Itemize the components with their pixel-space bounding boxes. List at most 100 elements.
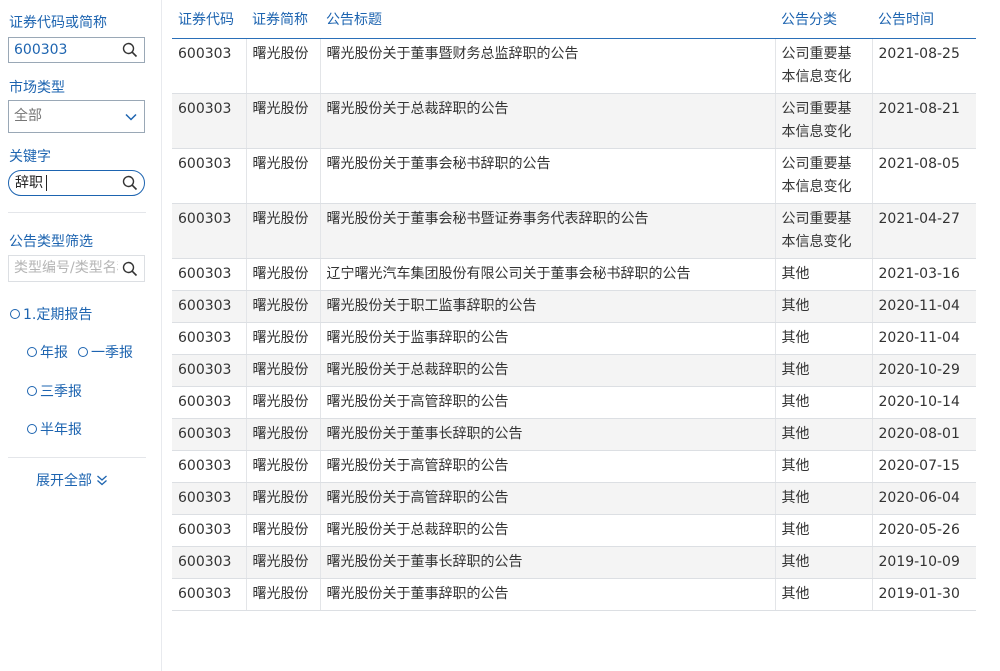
cell-code: 600303 — [172, 546, 246, 579]
cell-code: 600303 — [172, 418, 246, 451]
cell-category: 其他 — [774, 546, 872, 579]
table-row[interactable]: 600303 曙光股份 曙光股份关于董事长辞职的公告 其他 2020-08-01 — [172, 418, 976, 451]
cell-title-link[interactable]: 曙光股份关于董事辞职的公告 — [319, 578, 775, 611]
table-row[interactable]: 600303 曙光股份 曙光股份关于监事辞职的公告 其他 2020-11-04 — [172, 322, 976, 355]
cell-title-link[interactable]: 曙光股份关于总裁辞职的公告 — [319, 93, 775, 149]
cell-title-link[interactable]: 辽宁曙光汽车集团股份有限公司关于董事会秘书辞职的公告 — [319, 258, 775, 291]
table-row[interactable]: 600303 曙光股份 曙光股份关于董事会秘书暨证券事务代表辞职的公告 公司重要基 本信… — [172, 203, 976, 259]
cell-title-link[interactable]: 曙光股份关于董事会秘书暨证券事务代表辞职的公告 — [319, 203, 775, 259]
table-row[interactable]: 600303 曙光股份 曙光股份关于高管辞职的公告 其他 2020-07-15 — [172, 450, 976, 483]
cell-code: 600303 — [172, 38, 246, 94]
category-line-1: 其他 — [781, 426, 810, 442]
cell-category: 其他 — [774, 386, 872, 419]
filter-sidebar: 证券代码或简称 600303 市场类型 全部 关键字 辞职 公告类型筛选 类型编… — [0, 0, 158, 671]
keyword-input[interactable]: 辞职 — [8, 170, 145, 196]
table-row[interactable]: 600303 曙光股份 曙光股份关于职工监事辞职的公告 其他 2020-11-04 — [172, 290, 976, 323]
cell-code: 600303 — [172, 203, 246, 259]
radio-half-year[interactable]: 半年报 — [27, 419, 82, 439]
category-line-2: 本信息变化 — [781, 234, 852, 250]
cell-title-link[interactable]: 曙光股份关于高管辞职的公告 — [319, 450, 775, 483]
expand-all-label: 展开全部 — [36, 473, 92, 489]
radio-periodic-report[interactable]: 1.定期报告 — [10, 304, 92, 324]
cell-title-link[interactable]: 曙光股份关于职工监事辞职的公告 — [319, 290, 775, 323]
header-title[interactable]: 公告标题 — [320, 0, 775, 39]
cell-title-link[interactable]: 曙光股份关于董事长辞职的公告 — [319, 546, 775, 579]
cell-date: 2019-01-30 — [871, 578, 976, 611]
cell-category: 公司重要基本信息变化 — [774, 93, 872, 149]
keyword-label: 关键字 — [9, 149, 51, 165]
cell-title-link[interactable]: 曙光股份关于董事暨财务总监辞职的公告 — [319, 38, 775, 94]
radio-circle-icon — [27, 347, 37, 357]
cell-code: 600303 — [172, 514, 246, 547]
type-filter-input[interactable]: 类型编号/类型名称 — [8, 255, 145, 282]
table-row[interactable]: 600303 曙光股份 曙光股份关于高管辞职的公告 其他 2020-06-04 — [172, 482, 976, 515]
cell-title-link[interactable]: 曙光股份关于总裁辞职的公告 — [319, 354, 775, 387]
category-line-1: 公司重要基 — [781, 46, 852, 62]
cell-category: 其他 — [774, 354, 872, 387]
code-input[interactable]: 600303 — [8, 37, 145, 63]
cell-category: 其他 — [774, 322, 872, 355]
cell-code: 600303 — [172, 93, 246, 149]
search-icon[interactable] — [122, 261, 138, 277]
category-line-1: 其他 — [781, 266, 810, 282]
cell-title-link[interactable]: 曙光股份关于总裁辞职的公告 — [319, 514, 775, 547]
table-row[interactable]: 600303 曙光股份 曙光股份关于总裁辞职的公告 公司重要基 本信息变化 2021-08… — [172, 93, 976, 149]
category-line-1: 公司重要基 — [781, 101, 852, 117]
cell-name: 曙光股份 — [245, 354, 320, 387]
cell-title-link[interactable]: 曙光股份关于高管辞职的公告 — [319, 386, 775, 419]
table-row[interactable]: 600303 曙光股份 曙光股份关于高管辞职的公告 其他 2020-10-14 — [172, 386, 976, 419]
cell-title-link[interactable]: 曙光股份关于高管辞职的公告 — [319, 482, 775, 515]
table-row[interactable]: 600303 曙光股份 曙光股份关于董事暨财务总监辞职的公告 公司重要基 本信息变化 20… — [172, 38, 976, 94]
radio-circle-icon — [27, 386, 37, 396]
table-row[interactable]: 600303 曙光股份 辽宁曙光汽车集团股份有限公司关于董事会秘书辞职的公告 其他 20… — [172, 258, 976, 291]
cell-code: 600303 — [172, 578, 246, 611]
code-label: 证券代码或简称 — [9, 15, 107, 31]
cell-name: 曙光股份 — [245, 386, 320, 419]
radio-periodic-label: 1.定期报告 — [23, 307, 93, 323]
cell-category: 其他 — [774, 450, 872, 483]
radio-q1[interactable]: 一季报 — [78, 342, 133, 362]
category-line-1: 其他 — [781, 330, 810, 346]
cell-code: 600303 — [172, 450, 246, 483]
search-icon[interactable] — [122, 42, 138, 58]
cell-title-link[interactable]: 曙光股份关于监事辞职的公告 — [319, 322, 775, 355]
cell-category: 其他 — [774, 514, 872, 547]
table-row[interactable]: 600303 曙光股份 曙光股份关于董事辞职的公告 其他 2019-01-30 — [172, 578, 976, 611]
cell-code: 600303 — [172, 148, 246, 204]
market-select[interactable]: 全部 — [8, 100, 145, 133]
table-row[interactable]: 600303 曙光股份 曙光股份关于总裁辞职的公告 其他 2020-05-26 — [172, 514, 976, 547]
cell-date: 2021-04-27 — [871, 203, 976, 259]
category-line-1: 公司重要基 — [781, 156, 852, 172]
radio-q3[interactable]: 三季报 — [27, 381, 82, 401]
header-category[interactable]: 公告分类 — [775, 0, 872, 39]
cell-date: 2020-05-26 — [871, 514, 976, 547]
table-row[interactable]: 600303 曙光股份 曙光股份关于董事长辞职的公告 其他 2019-10-09 — [172, 546, 976, 579]
cell-code: 600303 — [172, 258, 246, 291]
table-row[interactable]: 600303 曙光股份 曙光股份关于董事会秘书辞职的公告 公司重要基 本信息变化 2021… — [172, 148, 976, 204]
search-icon[interactable] — [122, 175, 138, 191]
category-line-1: 其他 — [781, 394, 810, 410]
cell-code: 600303 — [172, 322, 246, 355]
cell-name: 曙光股份 — [245, 290, 320, 323]
cell-category: 其他 — [774, 290, 872, 323]
cell-name: 曙光股份 — [245, 578, 320, 611]
radio-q3-label: 三季报 — [40, 384, 82, 400]
cell-date: 2021-03-16 — [871, 258, 976, 291]
cell-date: 2020-11-04 — [871, 322, 976, 355]
cell-title-link[interactable]: 曙光股份关于董事长辞职的公告 — [319, 418, 775, 451]
cell-title-link[interactable]: 曙光股份关于董事会秘书辞职的公告 — [319, 148, 775, 204]
radio-annual[interactable]: 年报 — [27, 342, 68, 362]
cell-category: 其他 — [774, 482, 872, 515]
header-name[interactable]: 证券简称 — [246, 0, 320, 39]
expand-all-button[interactable]: 展开全部 — [36, 470, 108, 490]
category-line-1: 其他 — [781, 458, 810, 474]
table-row[interactable]: 600303 曙光股份 曙光股份关于总裁辞职的公告 其他 2020-10-29 — [172, 354, 976, 387]
category-line-2: 本信息变化 — [781, 124, 852, 140]
category-line-1: 其他 — [781, 522, 810, 538]
header-code[interactable]: 证券代码 — [172, 0, 246, 39]
radio-circle-icon — [78, 347, 88, 357]
type-filter-label: 公告类型筛选 — [9, 234, 93, 250]
cell-name: 曙光股份 — [245, 418, 320, 451]
cell-date: 2020-08-01 — [871, 418, 976, 451]
header-time[interactable]: 公告时间 — [872, 0, 976, 39]
